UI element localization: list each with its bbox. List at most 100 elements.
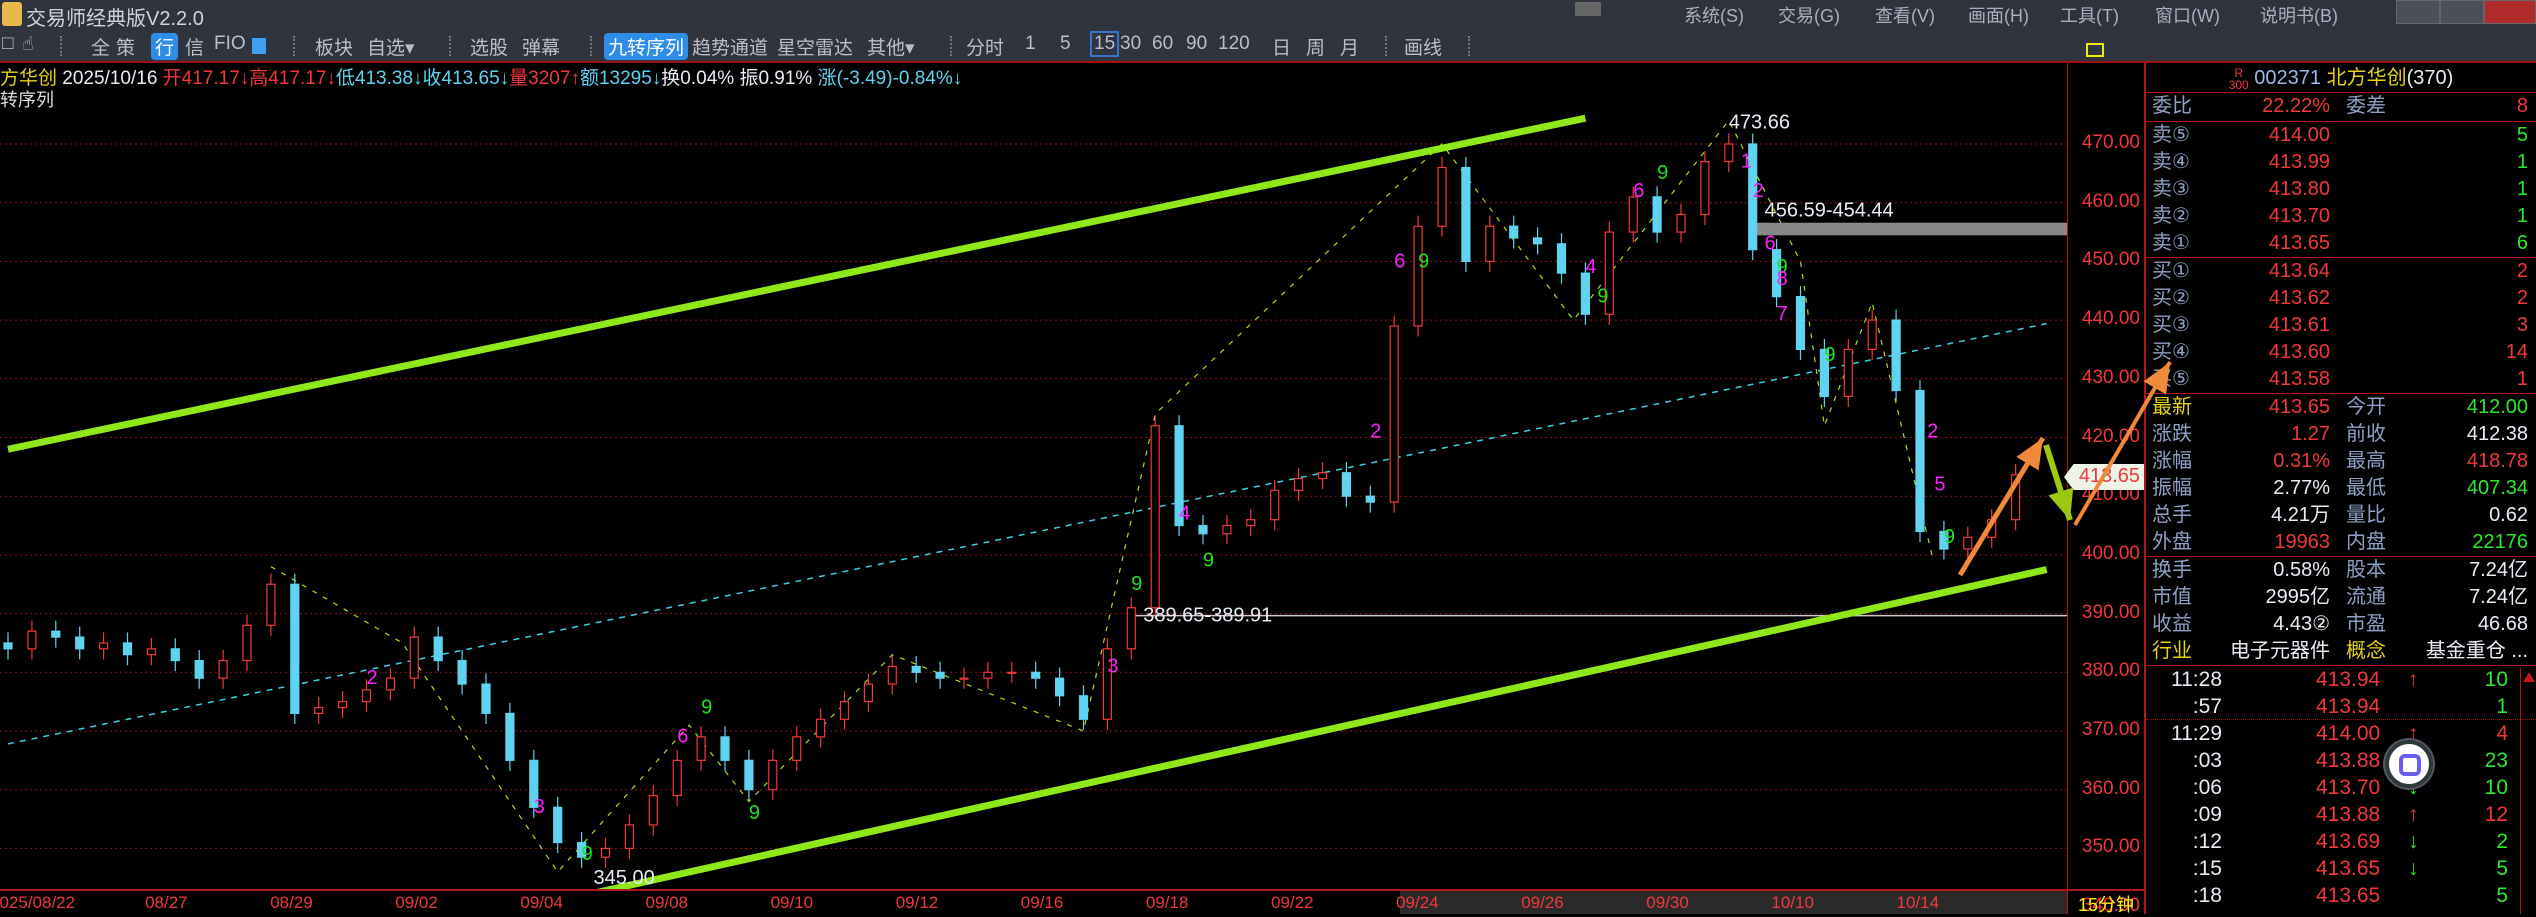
tick-list[interactable]: 11:28 413.94 ↑ 10:57 413.94 1 11:29 414.00 ↑ 4:03… [2146,666,2536,909]
order-volume: 1 [2516,368,2528,390]
toolbar-item[interactable]: 30 [1120,33,1141,55]
scroll-up-icon[interactable] [2523,672,2535,682]
last-price-tag: 413.65 [2064,464,2144,490]
menu-item[interactable]: 交易(G) [1778,2,1840,28]
menu-item[interactable]: 查看(V) [1875,2,1935,28]
candle [361,689,372,703]
menu-item[interactable]: 说明书(B) [2260,2,2338,28]
candle [385,677,395,691]
timeframe-label[interactable]: 15分钟 [2068,889,2144,915]
price-tick: 370.00 [2081,719,2140,740]
window-icon[interactable]: □ [2,33,13,55]
candle [1054,677,1065,697]
toolbar-item[interactable]: 周 [1306,33,1325,60]
toolbar-item[interactable]: 全 [91,33,110,60]
stat-label: 最低 [2346,477,2386,499]
stat-value: 0.62 [2489,504,2528,526]
layout-icon[interactable] [252,38,266,54]
value: 22.22% [2262,95,2330,117]
tick-row: 11:29 414.00 ↑ 4 [2146,720,2536,747]
date-tick: 10/14 [1896,893,1940,912]
toolbar-item[interactable]: 15 [1090,31,1120,57]
toolbar-item[interactable]: 选股 [470,33,508,60]
price-tick: 470.00 [2081,132,2140,153]
toolbar-item[interactable]: 90 [1186,33,1207,55]
buy-orders: 买① 413.64 2 买② 413.62 2 买③ 413.61 3 买④ 413.60 14 买⑤ 4… [2146,258,2536,394]
toolbar-item[interactable]: 日 [1272,33,1291,60]
toolbar-item[interactable]: 分时 [966,33,1004,60]
candle [1915,389,1925,533]
stat-value: 413.65 [2268,396,2330,418]
divider [449,36,451,56]
candle [1246,519,1256,527]
menu-item[interactable]: 工具(T) [2060,2,2119,28]
toolbar-item[interactable]: 九转序列 [604,33,689,60]
hand-icon[interactable]: ☝ [22,33,34,56]
td-sequence-mark: 9 [1944,526,1955,548]
menu-item[interactable]: 系统(S) [1684,2,1744,28]
stats-block: 最新 413.65 今开 412.00 涨跌 1.27 前收 412.38 涨幅 0.31% 最高 4… [2146,394,2536,557]
candle [314,706,324,714]
order-label: 卖③ [2152,178,2190,200]
menu-item[interactable]: 画面(H) [1968,2,2029,28]
checkbox-icon[interactable] [2086,43,2104,57]
stat-label: 总手 [2152,504,2192,526]
price-annotation: 456.59-454.44 [1765,200,1894,222]
toolbar-item[interactable]: FIO [214,33,246,55]
toolbar-item[interactable]: 1 [1025,33,1036,55]
toolbar-item[interactable]: 板块 [315,33,353,60]
date-tick: 09/04 [520,893,563,912]
kline-chart[interactable]: 239699394926 9 49691269879259473.66456.59-… [0,63,2067,889]
toolbar-item[interactable]: 月 [1340,33,1359,60]
order-price: 413.61 [2268,314,2330,336]
stat-value: 19963 [2274,531,2330,553]
date-tick: 09/18 [1145,893,1189,912]
toolbar-item[interactable]: 星空雷达 [777,33,853,60]
stat-label: 今开 [2346,396,2386,418]
stat-value: 2995亿 [2265,586,2331,608]
toolbar-item[interactable]: 策 [116,33,135,60]
candle [505,712,515,761]
price-annotation: 473.66 [1729,112,1790,134]
toolbar-item[interactable]: 信 [185,33,204,60]
candle [1580,272,1591,315]
tick-row: :18 413.65 5 [2146,882,2536,909]
toolbar-item[interactable]: 5 [1060,33,1071,55]
td-sequence-mark: 9 [1131,573,1142,595]
tick-time: :18 [2192,884,2222,907]
toolbar-item[interactable]: 120 [1218,33,1250,55]
stat-row: 涨幅 0.31% 最高 418.78 [2146,448,2536,475]
order-price: 414.00 [2268,124,2330,146]
tick-volume: 23 [2484,749,2508,772]
candle [433,636,443,662]
candle [1389,325,1399,503]
divider [293,36,295,56]
td-sequence-mark: 2 [1927,421,1938,443]
tick-scrollbar[interactable] [2520,668,2536,914]
stat-value: 0.31% [2273,450,2330,472]
price-tick: 360.00 [2081,777,2140,799]
td-sequence-mark: 5 [1934,473,1945,495]
toolbar-item[interactable]: 行 [151,33,179,60]
toolbar-item[interactable]: 其他▾ [867,33,915,60]
minimize-button[interactable] [2396,0,2440,24]
order-label: 买④ [2152,341,2190,363]
stat-row: 换手 0.58% 股本 7.24亿 [2146,557,2536,584]
divider [1385,36,1387,56]
toolbar-item[interactable]: 弹幕 [522,33,560,60]
candle [1795,296,1806,351]
maximize-button[interactable] [2440,0,2484,24]
candle [1270,489,1280,521]
candle [553,806,563,844]
td-sequence-mark: 2 [1753,180,1764,202]
candle [624,824,635,849]
toolbar-item[interactable]: 趋势通道 [692,33,768,60]
menu-item[interactable]: 窗口(W) [2155,2,2220,28]
ai-assistant-button[interactable] [2385,740,2433,788]
toolbar-item[interactable]: 60 [1152,33,1173,55]
small-window-button[interactable] [1575,2,1601,16]
toolbar-item[interactable]: 自选▾ [367,33,415,60]
toolbar-item[interactable]: 画线 [1404,33,1442,60]
close-button[interactable] [2484,0,2536,24]
candle [1341,472,1352,497]
